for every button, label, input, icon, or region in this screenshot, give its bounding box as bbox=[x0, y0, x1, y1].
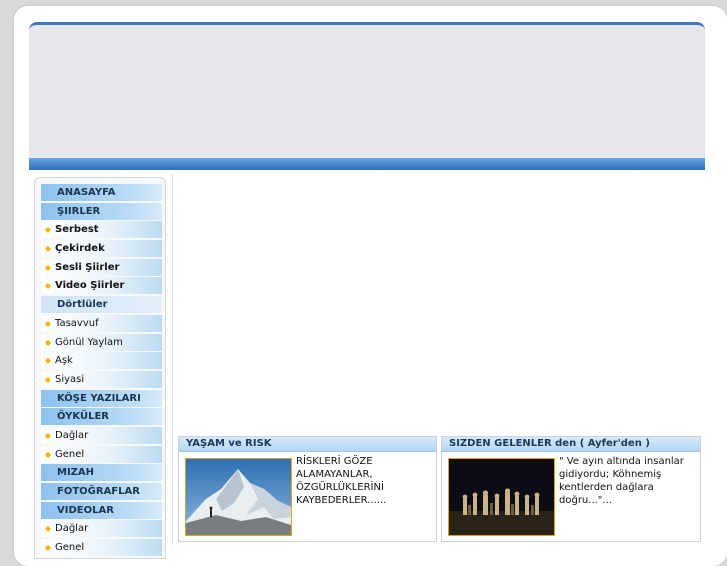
sidebar-item-sesli-siirler[interactable]: ◆ Sesli Şiirler bbox=[41, 258, 162, 276]
sidebar-item-fotograflar[interactable]: FOTOĞRAFLAR bbox=[41, 483, 162, 500]
site-header-banner bbox=[29, 22, 705, 170]
sidebar-item-label: Siyasi bbox=[55, 373, 85, 385]
bullet-icon: ◆ bbox=[44, 374, 52, 384]
sidebar-item-label: ANASAYFA bbox=[57, 187, 116, 198]
sidebar-item-label: ÖYKÜLER bbox=[57, 411, 109, 423]
sidebar-item-label: Genel bbox=[55, 542, 85, 554]
sidebar-item-anasayfa[interactable]: ANASAYFA bbox=[41, 184, 162, 201]
sidebar-item-label: Tasavvuf bbox=[55, 317, 99, 329]
sidebar-item-ask[interactable]: ◆ Aşk bbox=[41, 352, 162, 370]
sidebar-item-dortluler[interactable]: Dörtlüler bbox=[41, 296, 162, 314]
sidebar-item-tasavvuf[interactable]: ◆ Tasavvuf bbox=[41, 314, 162, 332]
bullet-icon: ◆ bbox=[44, 449, 52, 459]
bullet-icon: ◆ bbox=[44, 543, 52, 553]
article-summary: " Ve ayın altında insanlar gidiyordu; Kö… bbox=[559, 456, 684, 506]
bullet-icon: ◆ bbox=[44, 337, 52, 347]
sidebar-item-genel[interactable]: ◆ Genel bbox=[41, 539, 162, 557]
article-title[interactable]: YAŞAM ve RISK bbox=[179, 437, 436, 452]
sidebar-item-kose-yazilari[interactable]: KÖŞE YAZILARI bbox=[41, 389, 162, 407]
sidebar-item-genel[interactable]: ◆ Genel bbox=[41, 445, 162, 463]
sidebar-item-label: Gönül Yaylam bbox=[55, 336, 123, 348]
sidebar-menu: ANASAYFA ŞIIRLER ◆ Serbest ◆ Çekirdek ◆ Sesli Ş… bbox=[34, 177, 166, 559]
bullet-icon: ◆ bbox=[44, 430, 52, 440]
article-summary: RİSKLERİ GÖZE ALAMAYANLAR, ÖZGÜRLÜKLERİN… bbox=[296, 456, 387, 506]
sidebar-item-label: Video Şiirler bbox=[55, 280, 125, 292]
bullet-icon: ◆ bbox=[44, 281, 52, 291]
bullet-icon: ◆ bbox=[44, 318, 52, 328]
sidebar-item-serbest[interactable]: ◆ Serbest bbox=[41, 221, 162, 239]
bullet-icon: ◆ bbox=[44, 244, 52, 254]
article-title[interactable]: SIZDEN GELENLER den ( Ayfer'den ) bbox=[442, 437, 700, 452]
sidebar-item-label: Aşk bbox=[55, 355, 73, 367]
article-card-yasam[interactable]: YAŞAM ve RISK RİSKLERİ GÖZE ALAMAYANLAR,… bbox=[178, 436, 437, 542]
mountain-thumbnail[interactable] bbox=[185, 458, 292, 536]
sidebar-item-daglar[interactable]: ◆ Dağlar bbox=[41, 426, 162, 444]
bullet-icon: ◆ bbox=[44, 225, 52, 235]
sidebar-item-siirler[interactable]: ŞIIRLER bbox=[41, 202, 162, 220]
sidebar-item-label: Sesli Şiirler bbox=[55, 261, 120, 273]
sidebar-item-label: Dağlar bbox=[55, 429, 89, 441]
sidebar-item-label: FOTOĞRAFLAR bbox=[57, 486, 140, 497]
sidebar-item-video-siirler[interactable]: ◆ Video Şiirler bbox=[41, 277, 162, 295]
sidebar-menu-list: ANASAYFA ŞIIRLER ◆ Serbest ◆ Çekirdek ◆ Sesli Ş… bbox=[41, 184, 162, 558]
sidebar-item-label: Dağlar bbox=[55, 523, 89, 535]
bullet-icon: ◆ bbox=[44, 524, 52, 534]
article-card-sizden[interactable]: SIZDEN GELENLER den ( Ayfer'den ) " Ve a… bbox=[441, 436, 701, 542]
sidebar-item-label: ŞIIRLER bbox=[57, 205, 101, 217]
sidebar-item-label: Çekirdek bbox=[55, 243, 105, 255]
bullet-icon: ◆ bbox=[44, 262, 52, 272]
content-divider bbox=[172, 174, 173, 545]
sidebar-item-siyasi[interactable]: ◆ Siyasi bbox=[41, 370, 162, 388]
sidebar-item-oykuler[interactable]: ÖYKÜLER bbox=[41, 408, 162, 426]
sidebar-item-label: Serbest bbox=[55, 224, 99, 236]
sidebar-item-label: Dörtlüler bbox=[57, 299, 108, 311]
sidebar-item-label: VIDEOLAR bbox=[57, 504, 114, 516]
sidebar-item-cekirdek[interactable]: ◆ Çekirdek bbox=[41, 240, 162, 258]
sidebar-item-gonul-yaylam[interactable]: ◆ Gönül Yaylam bbox=[41, 333, 162, 351]
sidebar-item-label: Genel bbox=[55, 448, 85, 460]
group-photo-thumbnail[interactable] bbox=[448, 458, 555, 536]
sidebar-item-daglar[interactable]: ◆ Dağlar bbox=[41, 520, 162, 538]
sidebar-item-label: MIZAH bbox=[57, 467, 95, 479]
bullet-icon: ◆ bbox=[44, 356, 52, 366]
sidebar-item-label: KÖŞE YAZILARI bbox=[57, 392, 141, 404]
header-bottom-bar bbox=[29, 158, 705, 170]
sidebar-item-videolar[interactable]: VIDEOLAR bbox=[41, 501, 162, 519]
sidebar-item-mizah[interactable]: MIZAH bbox=[41, 464, 162, 482]
